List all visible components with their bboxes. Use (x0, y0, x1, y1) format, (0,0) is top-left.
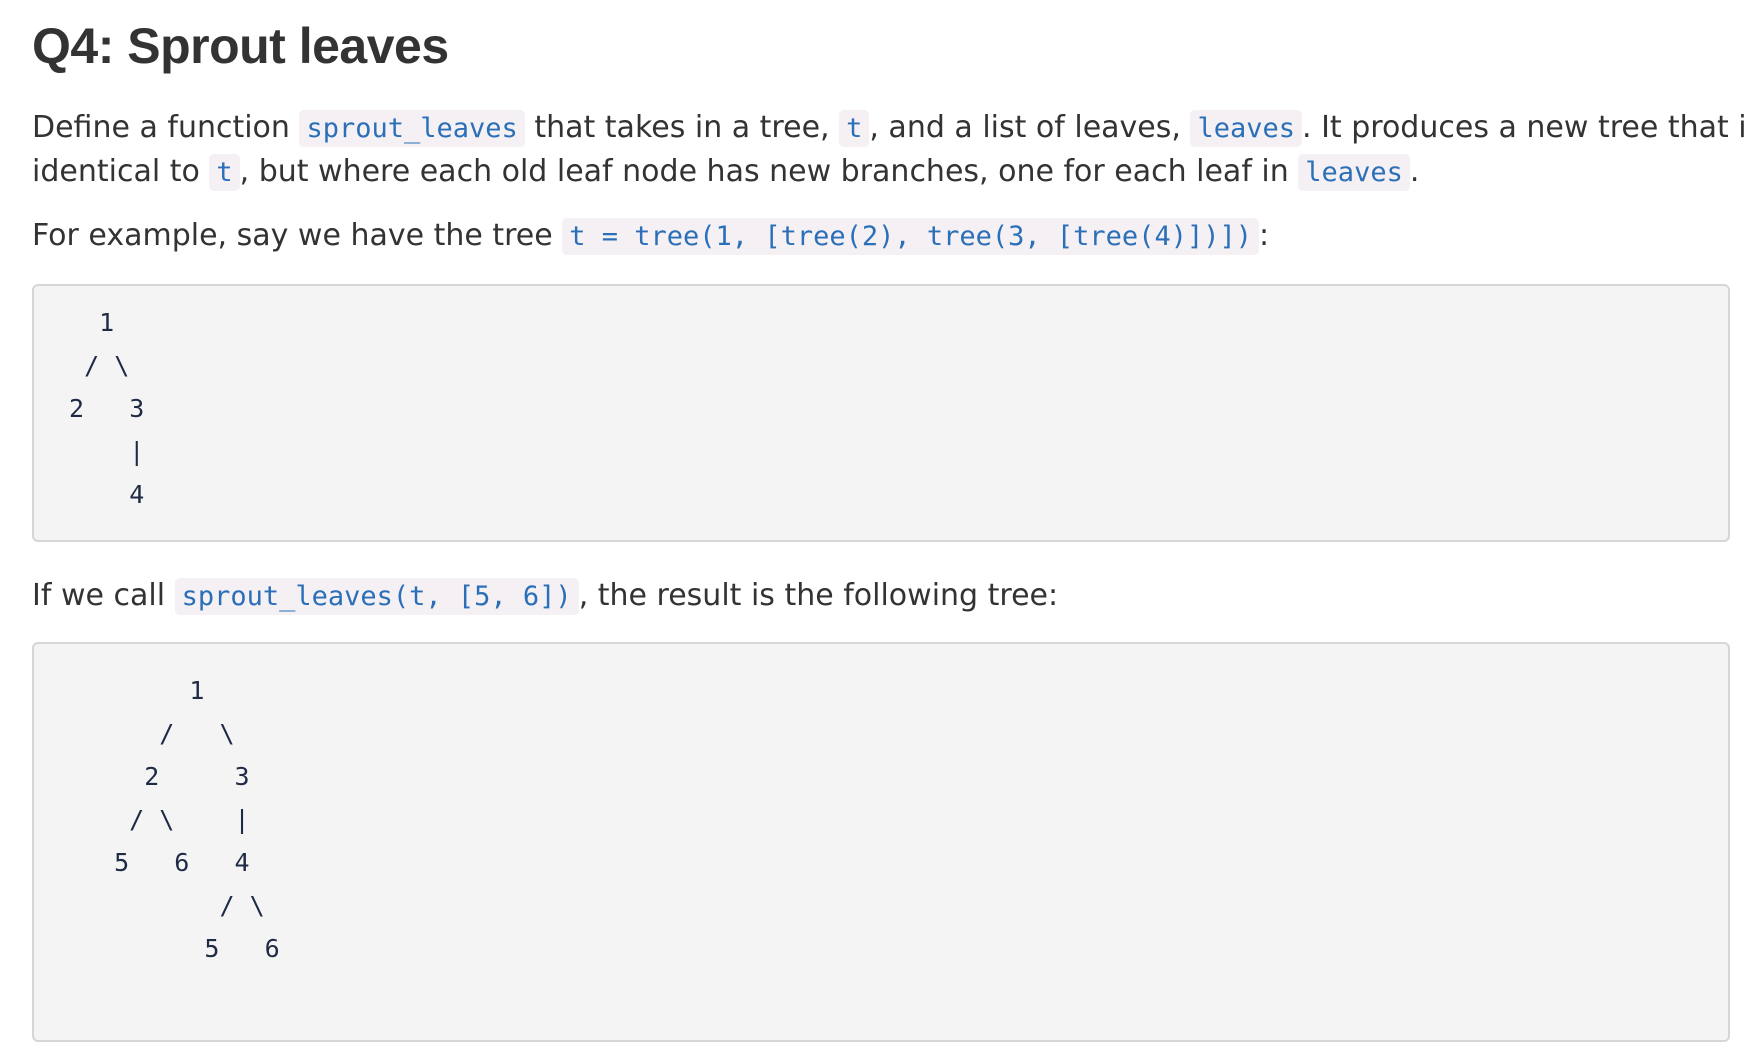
inline-code-tree-param: t (209, 154, 240, 191)
question-heading: Q4: Sprout leaves (32, 18, 449, 74)
paragraph-text: : (1258, 218, 1270, 253)
paragraph-text: Define a function (32, 110, 300, 145)
description-paragraph: Define a function sprout_leaves that tak… (32, 106, 1748, 194)
inline-code-tree-expression: t = tree(1, [tree(2), tree(3, [tree(4)])… (562, 218, 1259, 255)
paragraph-text: For example, say we have the tree (32, 218, 563, 253)
paragraph-text: , and a list of leaves, (869, 110, 1191, 145)
paragraph-text: , but where each old leaf node has new b… (239, 154, 1299, 189)
paragraph-text: , the result is the following tree: (578, 578, 1059, 613)
inline-code-leaves-param: leaves (1190, 110, 1303, 147)
original-tree-code-block: 1 / \ 2 3 | 4 (32, 284, 1730, 542)
document-page: Q4: Sprout leaves Define a function spro… (32, 0, 1748, 1042)
example-paragraph: For example, say we have the tree t = tr… (32, 214, 1728, 258)
inline-code-function-call: sprout_leaves(t, [5, 6]) (174, 578, 579, 615)
inline-code-tree-param: t (839, 110, 870, 147)
inline-code-function-name: sprout_leaves (299, 110, 525, 147)
paragraph-text: . (1409, 154, 1420, 189)
paragraph-text: . It produces a new tree that is (1302, 110, 1748, 145)
paragraph-text: If we call (32, 578, 175, 613)
inline-code-leaves-param: leaves (1298, 154, 1410, 191)
result-paragraph: If we call sprout_leaves(t, [5, 6]), the… (32, 574, 1728, 618)
paragraph-text: identical to (32, 154, 210, 189)
paragraph-text: that takes in a tree, (524, 110, 840, 145)
result-tree-code-block: 1 / \ 2 3 / \ | 5 6 4 / \ 5 6 (32, 642, 1730, 1042)
